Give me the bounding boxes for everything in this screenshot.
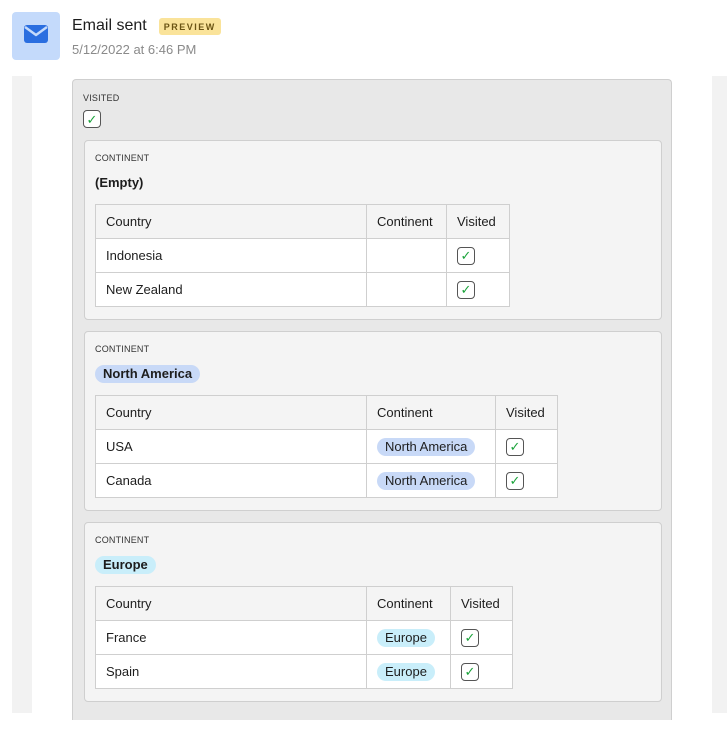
checkmark-icon: ✓ [509,439,521,454]
visited-cell: ✓ [450,620,513,655]
continent-pill: Europe [377,662,435,681]
continent-column-header: Continent [366,395,496,430]
visited-cell: ✓ [495,463,558,498]
preview-badge: PREVIEW [158,17,221,35]
country-cell: France [95,620,367,655]
checkmark-icon: ✓ [86,111,98,127]
visited-field-label: VISITED [83,93,120,103]
visited-cell: ✓ [446,272,510,307]
record-group: VISITED ✓ CONTINENT (Empty) Country Cont… [72,79,672,720]
continent-field-label: CONTINENT [95,344,150,354]
continent-cell: North America [366,429,496,464]
visited-cell: ✓ [495,429,558,464]
email-avatar [12,12,60,60]
continent-group-north-america: CONTINENT North America Country Continen… [84,331,662,511]
continent-value: (Empty) [95,175,144,190]
visited-cell: ✓ [450,654,513,689]
timestamp: 5/12/2022 at 6:46 PM [72,42,197,57]
table-row: Spain Europe ✓ [95,654,513,689]
header-text: Email sent PREVIEW 5/12/2022 at 6:46 PM [72,16,221,57]
country-cell: Spain [95,654,367,689]
table-header-row: Country Continent Visited [95,204,510,239]
right-gutter [712,76,727,713]
continent-pill: North America [377,437,476,456]
message-title: Email sent [72,17,147,34]
records-table: Country Continent Visited Indonesia ✓ Ne… [95,204,510,307]
table-row: Canada North America ✓ [95,463,558,498]
table-header-row: Country Continent Visited [95,395,558,430]
table-row: Indonesia ✓ [95,238,510,273]
country-cell: USA [95,429,367,464]
continent-pill: North America [377,471,476,490]
country-cell: New Zealand [95,272,367,307]
checkmark-icon: ✓ [460,248,472,263]
continent-cell: Europe [366,654,451,689]
visited-cell: ✓ [446,238,510,273]
continent-cell: Europe [366,620,451,655]
continent-cell [366,238,447,273]
envelope-icon [23,24,49,49]
visited-column-header: Visited [446,204,510,239]
visited-checkbox[interactable]: ✓ [506,471,524,490]
checkmark-icon: ✓ [460,282,472,297]
country-column-header: Country [95,586,367,621]
continent-field-label: CONTINENT [95,535,150,545]
continent-pill: North America [95,365,201,383]
checkmark-icon: ✓ [464,664,476,679]
visited-column-header: Visited [450,586,513,621]
visited-checkbox[interactable]: ✓ [457,280,475,299]
table-header-row: Country Continent Visited [95,586,513,621]
continent-pill: Europe [95,556,156,574]
visited-checkbox[interactable]: ✓ [461,662,479,681]
visited-checkbox[interactable]: ✓ [457,246,475,265]
country-cell: Canada [95,463,367,498]
table-row: USA North America ✓ [95,429,558,464]
continent-cell: North America [366,463,496,498]
continent-group-europe: CONTINENT Europe Country Continent Visit… [84,522,662,702]
checkmark-icon: ✓ [464,630,476,645]
table-row: France Europe ✓ [95,620,513,655]
country-column-header: Country [95,204,367,239]
message-header: Email sent PREVIEW 5/12/2022 at 6:46 PM [12,12,221,60]
records-table: Country Continent Visited France Europe … [95,586,513,689]
continent-value: Europe [95,556,156,574]
checkmark-icon: ✓ [509,473,521,488]
visited-checkbox[interactable]: ✓ [83,110,101,128]
continent-column-header: Continent [366,204,447,239]
country-column-header: Country [95,395,367,430]
continent-field-label: CONTINENT [95,153,150,163]
table-row: New Zealand ✓ [95,272,510,307]
continent-cell [366,272,447,307]
continent-group-empty: CONTINENT (Empty) Country Continent Visi… [84,140,662,320]
continent-pill: Europe [377,628,435,647]
visited-checkbox[interactable]: ✓ [506,437,524,456]
continent-column-header: Continent [366,586,451,621]
left-gutter [12,76,32,713]
country-cell: Indonesia [95,238,367,273]
continent-value: North America [95,365,201,383]
records-table: Country Continent Visited USA North Amer… [95,395,558,498]
visited-checkbox[interactable]: ✓ [461,628,479,647]
visited-column-header: Visited [495,395,558,430]
